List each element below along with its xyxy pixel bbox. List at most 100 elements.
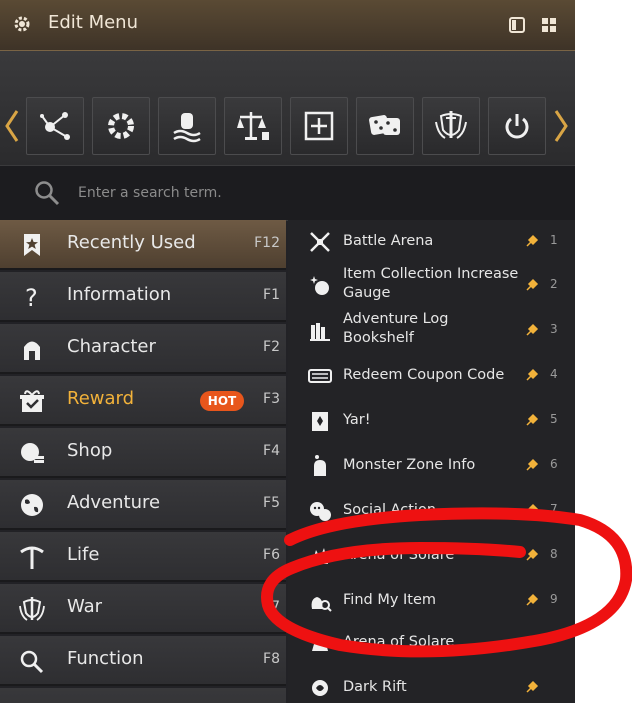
scales-icon: [237, 112, 269, 140]
shield-sword-icon: [435, 111, 467, 139]
category-label: Recently Used: [67, 232, 196, 253]
list-item[interactable]: Find My Item 9: [288, 579, 575, 623]
list-item[interactable]: Arena of Solare: [288, 621, 575, 665]
coupon-icon: [308, 369, 332, 383]
title-bar: Edit Menu: [0, 0, 575, 51]
hotkey-label: F2: [263, 339, 280, 355]
toolbar-button-settings[interactable]: [92, 97, 150, 155]
category-reward[interactable]: Reward HOT F3: [0, 376, 286, 426]
list-item[interactable]: Battle Arena 1: [288, 220, 575, 264]
item-label: Social Action: [343, 502, 437, 518]
item-label: Battle Arena: [343, 233, 434, 249]
gift-icon: [20, 390, 44, 412]
pin-icon[interactable]: [524, 277, 540, 293]
sparkle-icon: [310, 276, 329, 295]
slot-number: 5: [550, 412, 558, 426]
slot-number: 9: [550, 592, 558, 606]
helmet-icon: [24, 341, 40, 360]
category-war[interactable]: War F7: [0, 584, 286, 634]
slot-number: 2: [550, 277, 558, 291]
arena-icon: [312, 548, 328, 564]
item-label: Monster Zone Info: [343, 457, 476, 473]
search-icon: [20, 650, 44, 674]
menu-item-list: Battle Arena 1 Item Collection Increase …: [288, 220, 575, 703]
gear-icon: [14, 16, 30, 32]
slot-number: 8: [550, 547, 558, 561]
single-pane-icon[interactable]: [508, 16, 526, 34]
edit-menu-panel: Edit Menu Enter a search term. Recently …: [0, 0, 575, 703]
hotkey-label: F12: [254, 235, 280, 251]
globe-icon: [21, 494, 43, 516]
category-label: Function: [67, 648, 144, 669]
toolbar-button-constellation[interactable]: [26, 97, 84, 155]
category-label: Reward: [67, 388, 135, 409]
item-label: Adventure Log Bookshelf: [343, 311, 449, 346]
pin-icon[interactable]: [524, 322, 540, 338]
list-item[interactable]: Adventure Log Bookshelf 3: [288, 309, 575, 353]
gear-icon: [108, 113, 134, 139]
list-item[interactable]: Redeem Coupon Code 4: [288, 354, 575, 398]
slot-number: 1: [550, 233, 558, 247]
toolbar-button-dice[interactable]: [356, 97, 414, 155]
hotkey-label: F6: [263, 547, 280, 563]
hotkey-label: F3: [263, 391, 280, 407]
category-function[interactable]: Function F8: [0, 636, 286, 686]
monster-icon: [314, 455, 326, 476]
toolbar-button-hand[interactable]: [158, 97, 216, 155]
dice-icon: [369, 115, 400, 135]
category-label: Character: [67, 336, 156, 357]
pin-icon[interactable]: [524, 412, 540, 428]
card-icon: [312, 412, 328, 431]
shield-sword-icon: [19, 597, 45, 621]
list-item[interactable]: Social Action 7: [288, 489, 575, 533]
grid-icon[interactable]: [540, 16, 558, 34]
item-label: Redeem Coupon Code: [343, 367, 505, 383]
list-item[interactable]: Item Collection Increase Gauge 2: [288, 264, 575, 308]
toolbar-button-scales[interactable]: [224, 97, 282, 155]
plus-box-icon: [304, 111, 334, 141]
category-information[interactable]: ? Information F1: [0, 272, 286, 322]
toolbar-button-plus-box[interactable]: [290, 97, 348, 155]
search-icon: [35, 181, 60, 206]
pin-icon[interactable]: [524, 679, 540, 695]
toolbar-button-war[interactable]: [422, 97, 480, 155]
category-life[interactable]: Life F6: [0, 532, 286, 582]
category-character[interactable]: Character F2: [0, 324, 286, 374]
pin-icon[interactable]: [524, 592, 540, 608]
pin-icon[interactable]: [524, 502, 540, 518]
category-next[interactable]: [0, 688, 286, 703]
pin-icon[interactable]: [524, 367, 540, 383]
list-item[interactable]: Arena of Solare 8: [288, 534, 575, 578]
item-label: Find My Item: [343, 592, 437, 608]
category-list: Recently Used F12 ? Information F1 Chara…: [0, 220, 286, 703]
list-item[interactable]: Dark Rift: [288, 666, 575, 703]
chevron-left-icon[interactable]: [4, 109, 20, 143]
slot-number: 3: [550, 322, 558, 336]
hotkey-label: F7: [263, 599, 280, 615]
emote-icon: [310, 502, 331, 521]
list-item[interactable]: Yar! 5: [288, 399, 575, 443]
category-recently-used[interactable]: Recently Used F12: [0, 220, 286, 270]
toolbar-button-power[interactable]: [488, 97, 546, 155]
list-item[interactable]: Monster Zone Info 6: [288, 444, 575, 488]
pin-icon[interactable]: [524, 547, 540, 563]
item-label: Arena of Solare: [343, 547, 455, 563]
shortcut-toolbar: [0, 51, 575, 165]
pin-icon[interactable]: [524, 457, 540, 473]
search-bar: [0, 165, 575, 221]
item-label: Yar!: [343, 412, 371, 428]
category-label: Shop: [67, 440, 113, 461]
rift-icon: [312, 680, 328, 696]
hand-wave-icon: [173, 113, 201, 143]
item-label: Arena of Solare: [343, 634, 455, 650]
power-icon: [505, 114, 529, 139]
pin-icon[interactable]: [524, 233, 540, 249]
search-input[interactable]: [76, 179, 540, 207]
category-label: War: [67, 596, 103, 617]
pickaxe-icon: [20, 546, 44, 569]
category-adventure[interactable]: Adventure F5: [0, 480, 286, 530]
category-label: Life: [67, 544, 100, 565]
chevron-right-icon[interactable]: [553, 109, 569, 143]
category-shop[interactable]: Shop F4: [0, 428, 286, 478]
hotkey-label: F1: [263, 287, 280, 303]
